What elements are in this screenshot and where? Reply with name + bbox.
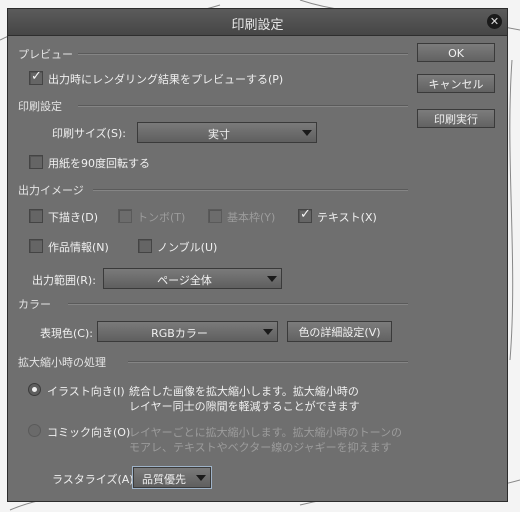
rasterize-select[interactable]: 品質優先 xyxy=(132,466,212,489)
print-size-label: 印刷サイズ(S): xyxy=(52,127,126,140)
color-section-label: カラー xyxy=(18,298,51,311)
dialog-title: 印刷設定 xyxy=(231,18,284,33)
draft-label: 下描き(D) xyxy=(48,211,99,224)
color-expression-select[interactable]: RGBカラー xyxy=(97,321,278,342)
rotate-checkbox[interactable] xyxy=(29,155,43,169)
preview-checkbox-label: 出力時にレンダリング結果をプレビューする(P) xyxy=(48,73,284,86)
print-execute-button[interactable]: 印刷実行 xyxy=(417,109,495,128)
text-checkbox[interactable] xyxy=(298,207,312,223)
dropdown-arrow-icon xyxy=(196,475,206,481)
print-settings-dialog: 印刷設定 ✕ プレビュー 出力時にレンダリング結果をプレビューする(P) 印刷設… xyxy=(7,8,508,502)
divider xyxy=(128,361,408,363)
nombre-checkbox[interactable] xyxy=(138,239,152,253)
rasterize-label: ラスタライズ(A): xyxy=(52,473,138,486)
comic-description-2: モアレ、テキストやベクター線のジャギーを抑えます xyxy=(129,441,392,454)
work-info-checkbox[interactable] xyxy=(29,239,43,253)
dropdown-arrow-icon xyxy=(302,130,312,136)
title-bar[interactable]: 印刷設定 ✕ xyxy=(8,9,507,36)
preview-section-label: プレビュー xyxy=(18,48,73,61)
illust-description-2: レイヤー同士の隙間を軽減することができます xyxy=(129,400,360,413)
divider xyxy=(68,303,408,305)
divider xyxy=(78,53,408,55)
output-range-value: ページ全体 xyxy=(157,274,212,287)
close-icon[interactable]: ✕ xyxy=(487,14,502,29)
color-expression-value: RGBカラー xyxy=(151,327,208,340)
print-size-value: 実寸 xyxy=(208,128,230,141)
output-image-section-label: 出力イメージ xyxy=(18,184,84,197)
basic-frame-label: 基本枠(Y) xyxy=(227,211,276,224)
ok-button[interactable]: OK xyxy=(417,43,495,62)
divider xyxy=(78,105,408,107)
basic-frame-checkbox[interactable] xyxy=(208,209,222,223)
comic-label: コミック向き(O) xyxy=(47,426,131,439)
divider xyxy=(93,189,408,191)
illust-radio[interactable] xyxy=(28,383,41,396)
rasterize-value: 品質優先 xyxy=(142,473,186,486)
cancel-button[interactable]: キャンセル xyxy=(417,74,495,93)
illust-label: イラスト向き(I) xyxy=(47,385,125,398)
nombre-label: ノンブル(U) xyxy=(157,241,218,254)
illust-description-1: 統合した画像を拡大縮小します。拡大縮小時の xyxy=(129,385,359,398)
output-range-label: 出力範囲(R): xyxy=(32,274,96,287)
comic-radio[interactable] xyxy=(28,424,41,437)
color-expression-label: 表現色(C): xyxy=(40,327,93,340)
trim-mark-label: トンボ(T) xyxy=(137,211,186,224)
rotate-checkbox-label: 用紙を90度回転する xyxy=(48,157,150,170)
draft-checkbox[interactable] xyxy=(29,209,43,223)
color-detail-button[interactable]: 色の詳細設定(V) xyxy=(287,321,392,342)
dropdown-arrow-icon xyxy=(267,276,277,282)
preview-checkbox[interactable] xyxy=(29,69,43,85)
print-settings-section-label: 印刷設定 xyxy=(18,100,62,113)
text-label: テキスト(X) xyxy=(317,211,377,224)
output-range-select[interactable]: ページ全体 xyxy=(103,268,282,289)
comic-description-1: レイヤーごとに拡大縮小します。拡大縮小時のトーンの xyxy=(129,426,403,439)
trim-mark-checkbox[interactable] xyxy=(118,209,132,223)
work-info-label: 作品情報(N) xyxy=(48,241,109,254)
scaling-section-label: 拡大縮小時の処理 xyxy=(18,356,106,369)
dropdown-arrow-icon xyxy=(263,329,273,335)
print-size-select[interactable]: 実寸 xyxy=(137,122,317,143)
